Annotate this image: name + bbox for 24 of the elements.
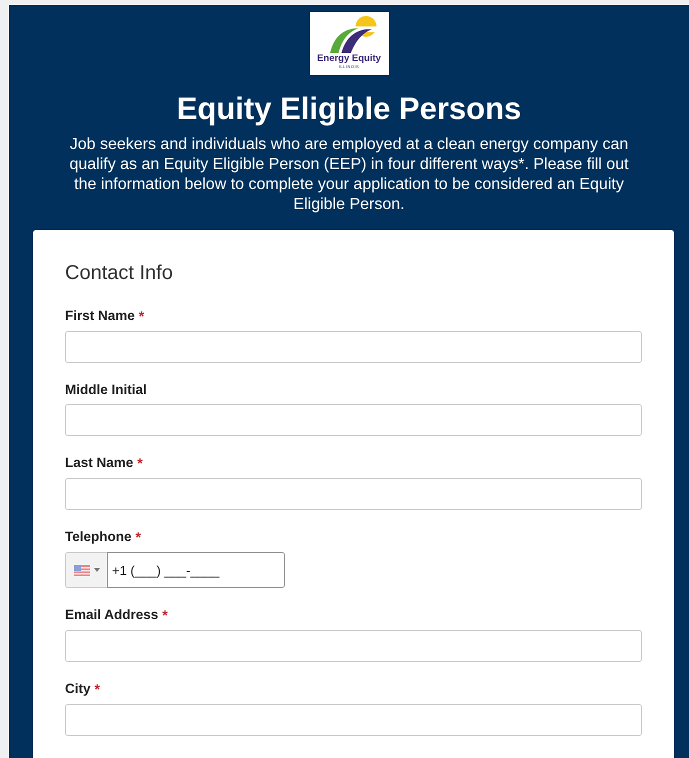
section-heading: Contact Info — [65, 262, 174, 285]
flag-icon — [74, 564, 90, 576]
required-asterisk: * — [136, 529, 141, 545]
input-field[interactable] — [65, 331, 642, 363]
input-field[interactable] — [65, 704, 642, 736]
logo-wordmark: Energy Equity — [317, 53, 381, 64]
caret-icon — [94, 568, 100, 572]
field-label: Last Name — [65, 455, 134, 471]
required-asterisk: * — [138, 308, 144, 324]
input-field[interactable] — [65, 404, 642, 436]
field-label: City — [65, 681, 91, 697]
country-selector[interactable] — [65, 552, 107, 588]
field-label: Email Address — [65, 607, 158, 623]
phone-field[interactable]: +1 (___) ___-____ — [107, 552, 285, 588]
required-asterisk: * — [137, 455, 143, 471]
field-label: Telephone — [65, 529, 132, 545]
input-field[interactable] — [65, 630, 642, 662]
field-label: First Name — [65, 308, 135, 324]
page-title: Equity Eligible Persons — [176, 91, 522, 127]
input-field[interactable] — [65, 478, 642, 510]
required-asterisk: * — [94, 681, 100, 697]
field-label: Middle Initial — [65, 382, 147, 397]
required-asterisk: * — [162, 607, 168, 623]
intro-paragraph: Job seekers and individuals who are employed at a clean energy company can qualify as an Equity Eligible Person (EEP) in four different ways*. Please fill out the information below to complete your application to be considered an Equity Eligible Person. — [68, 135, 630, 215]
